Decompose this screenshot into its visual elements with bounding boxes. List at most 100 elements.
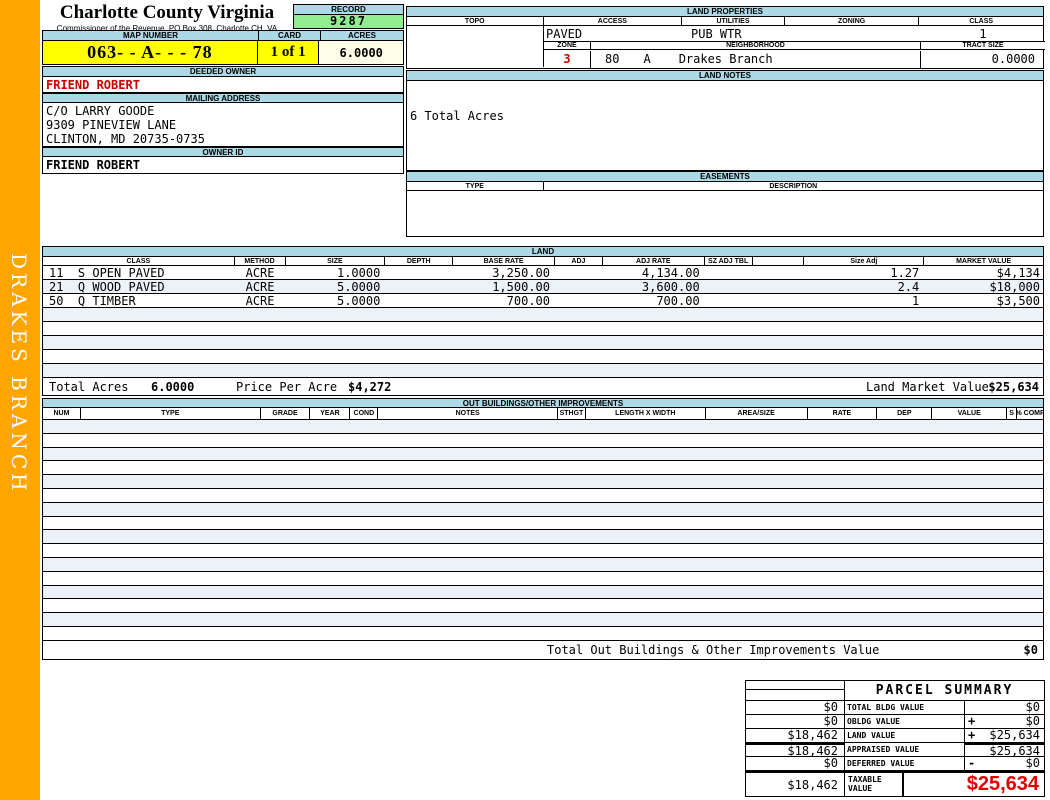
land-header-depth: DEPTH — [385, 257, 454, 265]
land-base-rate: 1,500.00 — [492, 279, 550, 294]
parcel-row-label: DEFERRED VALUE — [845, 757, 965, 771]
column-header-zoning: ZONING — [785, 17, 920, 25]
land-class: 21 Q WOOD PAVED — [49, 279, 165, 294]
outbuildings-empty-row — [42, 461, 1044, 476]
land-header-base-rate: BASE RATE — [453, 257, 555, 265]
ob-header-type: TYPE — [81, 408, 261, 419]
taxable-label: TAXABLE VALUE — [845, 771, 903, 797]
land-header-method: METHOD — [235, 257, 286, 265]
land-adj-rate: 700.00 — [656, 293, 700, 308]
zone-label: ZONE — [544, 42, 591, 49]
neighborhood-label: NEIGHBORHOOD — [591, 42, 921, 49]
parcel-left-value: $18,462 — [745, 743, 845, 758]
land-base-rate: 3,250.00 — [492, 265, 550, 280]
zone-value: 3 — [544, 51, 591, 68]
outbuildings-empty-row — [42, 447, 1044, 462]
map-number-value: 063- - A- - - 78 — [43, 41, 258, 64]
land-row: 50 Q TIMBER ACRE 5.0000 700.00 700.00 1 … — [42, 294, 1044, 308]
land-market-value: $3,500 — [996, 293, 1041, 308]
parcel-row-label: TOTAL BLDG VALUE — [845, 701, 965, 715]
ob-header-pct-comp: % COMP — [1017, 410, 1044, 417]
outbuildings-empty-row — [42, 544, 1044, 558]
ob-header-grade: GRADE — [261, 408, 311, 419]
land-header-sz-adj-tbl: SZ ADJ TBL — [705, 257, 753, 265]
parcel-summary-row: $18,462 APPRAISED VALUE $25,634 — [745, 743, 1045, 758]
outbuildings-empty-row — [42, 530, 1044, 545]
land-row: 21 Q WOOD PAVED ACRE 5.0000 1,500.00 3,6… — [42, 280, 1044, 294]
land-notes-box: 6 Total Acres — [406, 81, 1044, 171]
parcel-row-label: OBLDG VALUE — [845, 715, 965, 729]
neighborhood-name: Drakes Branch — [678, 52, 773, 66]
parcel-summary-title: PARCEL SUMMARY — [845, 680, 1045, 701]
easement-type-label: TYPE — [407, 182, 544, 190]
parcel-row-label: LAND VALUE — [845, 729, 965, 743]
land-market-value-total: $25,634 — [988, 379, 1039, 394]
column-header-topo: TOPO — [407, 17, 544, 25]
parcel-summary-row: $0 TOTAL BLDG VALUE $0 — [745, 701, 1045, 715]
parcel-left-value: $18,462 — [745, 729, 845, 743]
land-properties-section: LAND PROPERTIES TOPO ACCESS UTILITIES ZO… — [406, 6, 1045, 69]
column-header-utilities: UTILITIES — [682, 17, 785, 25]
county-header: Charlotte County Virginia Commissioner o… — [42, 2, 292, 33]
parcel-left-value: $0 — [745, 757, 845, 771]
land-method: ACRE — [245, 279, 275, 294]
district-name-vertical: DRAKES BRANCH — [7, 253, 31, 495]
deeded-owner-value: FRIEND ROBERT — [42, 77, 404, 93]
parcel-row-value: $25,634 — [965, 743, 1045, 758]
ob-header-rate: RATE — [808, 408, 878, 419]
easements-section: EASEMENTS TYPE DESCRIPTION — [406, 171, 1044, 237]
outbuildings-empty-row — [42, 433, 1044, 448]
parcel-value: $0 — [1025, 714, 1040, 728]
land-size: 1.0000 — [336, 265, 381, 280]
taxable-value: $25,634 — [903, 771, 1045, 797]
parcel-op: + — [968, 714, 976, 728]
land-header-adj-rate: ADJ RATE — [603, 257, 705, 265]
ob-header-area-size: AREA/SIZE — [706, 408, 808, 419]
parcel-value: $0 — [1025, 756, 1040, 770]
ob-header-s: S — [1007, 408, 1018, 419]
column-header-class: CLASS — [969, 17, 994, 25]
land-properties-title: LAND PROPERTIES — [406, 6, 1044, 17]
neighborhood-code: 80 — [605, 52, 620, 66]
ob-header-sthgt: STHGT — [558, 408, 586, 419]
land-market-value-label: Land Market Value — [866, 379, 989, 394]
outbuildings-empty-row — [42, 557, 1044, 572]
record-value: 9287 — [293, 15, 404, 29]
record-box: RECORD 9287 — [293, 4, 404, 29]
card-label: CARD — [258, 30, 320, 41]
price-per-acre-label: Price Per Acre — [236, 379, 338, 394]
utilities-value: PUB WTR — [691, 26, 742, 41]
neighborhood-value: 80 A Drakes Branch — [591, 51, 921, 68]
mailing-address-value: C/O LARRY GOODE 9309 PINEVIEW LANE CLINT… — [42, 103, 404, 147]
land-size-adj: 2.4 — [897, 279, 920, 294]
parcel-blank-cell — [745, 680, 845, 690]
outbuildings-empty-row — [42, 599, 1044, 614]
parcel-row-value: - $0 — [965, 757, 1045, 771]
owner-id-value: FRIEND ROBERT — [42, 157, 404, 174]
land-empty-row — [42, 350, 1044, 364]
parcel-taxable-row: $18,462 TAXABLE VALUE $25,634 — [745, 771, 1045, 797]
deeded-owner-label: DEEDED OWNER — [42, 66, 404, 77]
taxable-left-value: $18,462 — [745, 771, 845, 797]
land-adj-rate: 3,600.00 — [641, 279, 700, 294]
price-per-acre-value: $4,272 — [348, 379, 392, 394]
card-value: 1 of 1 — [257, 41, 320, 64]
land-title: LAND — [42, 246, 1044, 257]
ob-header-year: YEAR — [310, 408, 351, 419]
land-base-rate: 700.00 — [506, 293, 550, 308]
map-number-label: MAP NUMBER — [42, 30, 258, 41]
ob-header-notes: NOTES — [378, 408, 558, 419]
owner-block: DEEDED OWNER FRIEND ROBERT MAILING ADDRE… — [42, 66, 404, 174]
land-totals-row: Total Acres 6.0000 Price Per Acre $4,272… — [42, 378, 1044, 396]
outbuildings-empty-row — [42, 626, 1044, 641]
land-header-size-adj: Size Adj — [804, 257, 925, 265]
outbuildings-empty-row — [42, 502, 1044, 517]
total-acres-value: 6.0000 — [151, 379, 195, 394]
land-header-class: CLASS — [43, 257, 235, 265]
parcel-value: $0 — [1025, 700, 1040, 714]
land-class: 50 Q TIMBER — [49, 293, 136, 308]
outbuildings-empty-row — [42, 571, 1044, 586]
parcel-row-value: + $25,634 — [965, 729, 1045, 743]
ob-header-dep: DEP — [877, 408, 933, 419]
land-size: 5.0000 — [336, 293, 381, 308]
